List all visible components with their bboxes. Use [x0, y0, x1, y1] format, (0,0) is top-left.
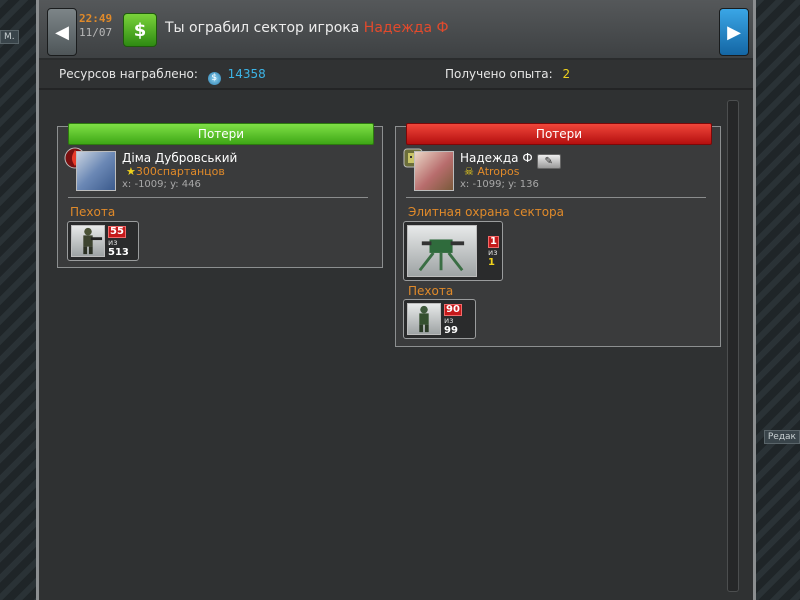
- background-map-right: Редак: [756, 0, 800, 600]
- defender-unit-elite-guard[interactable]: 1 из 1: [403, 221, 503, 281]
- defender-avatar[interactable]: [414, 151, 454, 191]
- report-header: ◀ 22:49 11/07 $ Ты ограбил сектор игрока…: [39, 0, 753, 60]
- turret-unit-icon: [407, 225, 477, 277]
- edit-pencil-icon[interactable]: ✎: [536, 154, 561, 169]
- report-timestamp: 22:49 11/07: [79, 12, 112, 40]
- defender-alliance-name: Atropos: [477, 165, 520, 178]
- attacker-losses-header: Потери: [68, 123, 374, 145]
- infantry-unit-icon: [71, 225, 105, 257]
- unit-total-count: 513: [108, 247, 129, 258]
- unit-lost-count: 1: [488, 236, 499, 248]
- skull-icon: ☠: [464, 165, 474, 178]
- enemy-player-link[interactable]: Надежда Ф: [364, 20, 449, 36]
- resources-label: Ресурсов награблено:: [59, 67, 198, 81]
- infantry-unit-icon: [407, 303, 441, 335]
- divider: [68, 197, 368, 198]
- prev-report-button[interactable]: ◀: [47, 8, 77, 56]
- attacker-coords[interactable]: x: -1009; y: 446: [122, 179, 201, 190]
- attacker-group-label: Пехота: [70, 205, 116, 219]
- report-title: Ты ограбил сектор игрока Надежда Ф: [165, 20, 449, 36]
- attacker-unit-infantry[interactable]: 55 из 513: [67, 221, 139, 261]
- unit-of-label: из: [108, 238, 118, 247]
- report-content: Потери Діма Дубровський ★300спартанцов x…: [39, 90, 753, 600]
- battle-report-window: ◀ 22:49 11/07 $ Ты ограбил сектор игрока…: [36, 0, 756, 600]
- defender-group-label-elite: Элитная охрана сектора: [408, 205, 565, 219]
- unit-total-count: 1: [488, 257, 495, 268]
- divider: [406, 197, 706, 198]
- background-map-left: М.: [0, 0, 36, 600]
- defender-name[interactable]: Надежда Ф: [460, 151, 533, 165]
- unit-of-label: из: [488, 248, 498, 257]
- money-icon: $: [123, 13, 157, 47]
- background-tab-right[interactable]: Редак: [763, 430, 800, 444]
- chevron-right-icon: ▶: [727, 21, 741, 43]
- unit-of-label: из: [444, 316, 454, 325]
- defender-panel: Потери Надежда Ф ✎ ☠ Atropos x: -1099; y:…: [395, 123, 721, 347]
- unit-lost-count: 55: [108, 226, 126, 238]
- coin-icon: $: [207, 72, 221, 85]
- defender-unit-infantry[interactable]: 90 из 99: [403, 299, 476, 339]
- resources-stat: Ресурсов награблено: $ 14358: [59, 67, 266, 85]
- loot-summary: Ресурсов награблено: $ 14358 Получено оп…: [39, 60, 753, 90]
- attacker-alliance[interactable]: ★300спартанцов: [126, 165, 225, 178]
- report-time: 22:49: [79, 12, 113, 25]
- background-tab-left[interactable]: М.: [0, 30, 19, 44]
- defender-alliance[interactable]: ☠ Atropos: [464, 165, 519, 178]
- chevron-left-icon: ◀: [55, 21, 69, 43]
- resources-value: 14358: [227, 67, 266, 81]
- unit-lost-count: 90: [444, 304, 462, 316]
- unit-total-count: 99: [444, 325, 458, 336]
- attacker-alliance-name: 300спартанцов: [135, 165, 225, 178]
- defender-group-label-infantry: Пехота: [408, 284, 454, 298]
- next-report-button[interactable]: ▶: [719, 8, 749, 56]
- report-title-text: Ты ограбил сектор игрока: [165, 20, 360, 36]
- attacker-name[interactable]: Діма Дубровський: [122, 151, 237, 165]
- report-date: 11/07: [79, 26, 113, 39]
- experience-label: Получено опыта:: [445, 67, 553, 81]
- attacker-panel: Потери Діма Дубровський ★300спартанцов x…: [57, 123, 383, 268]
- experience-stat: Получено опыта: 2: [445, 67, 570, 81]
- defender-coords[interactable]: x: -1099; y: 136: [460, 179, 539, 190]
- attacker-avatar[interactable]: [76, 151, 116, 191]
- star-icon: ★: [126, 165, 136, 178]
- experience-value: 2: [562, 67, 571, 81]
- defender-losses-header: Потери: [406, 123, 712, 145]
- report-scrollbar[interactable]: [727, 100, 739, 592]
